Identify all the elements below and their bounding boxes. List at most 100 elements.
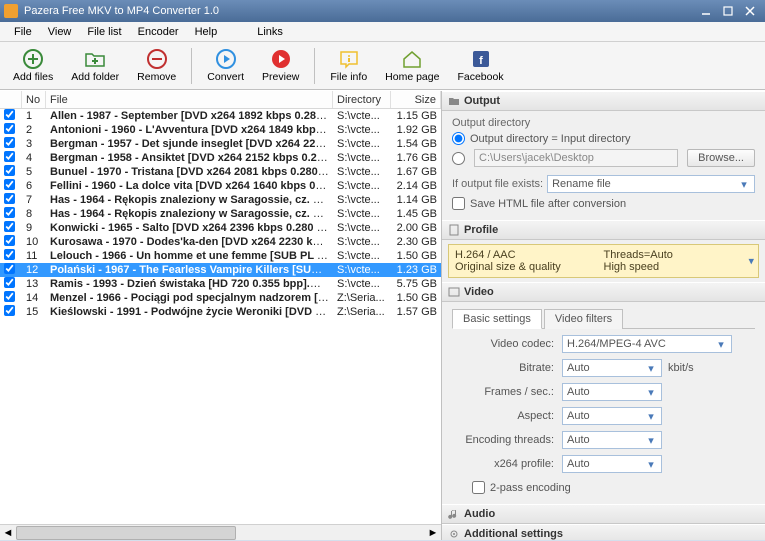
toolbar: Add filesAdd folderRemove ConvertPreview F…	[0, 42, 765, 90]
play-circle-icon	[215, 48, 237, 70]
folder-plus-icon	[84, 48, 106, 70]
browse-button[interactable]: Browse...	[687, 149, 755, 167]
chevron-down-icon: ▾	[738, 178, 750, 191]
chevron-down-icon: ▾	[715, 338, 727, 351]
output-path-field[interactable]	[474, 149, 678, 167]
row-checkbox[interactable]	[4, 249, 15, 260]
fb-icon: f	[470, 48, 492, 70]
row-checkbox[interactable]	[4, 165, 15, 176]
home-page-button[interactable]: Home page	[376, 45, 448, 86]
x264-combo[interactable]: Auto▾	[562, 455, 662, 473]
svg-text:f: f	[479, 55, 483, 67]
video-panel-header[interactable]: Video	[442, 282, 765, 302]
info-icon	[338, 48, 360, 70]
row-checkbox[interactable]	[4, 123, 15, 134]
tab-video-filters[interactable]: Video filters	[544, 309, 623, 329]
table-row[interactable]: 7Has - 1964 - Rękopis znaleziony w Sarag…	[0, 193, 441, 207]
file-info-button[interactable]: File info	[321, 45, 376, 86]
scroll-left-icon[interactable]: ◄	[0, 525, 16, 541]
table-row[interactable]: 11Lelouch - 1966 - Un homme et une femme…	[0, 249, 441, 263]
fps-combo[interactable]: Auto▾	[562, 383, 662, 401]
row-checkbox[interactable]	[4, 151, 15, 162]
horizontal-scrollbar[interactable]: ◄ ►	[0, 524, 441, 540]
row-checkbox[interactable]	[4, 291, 15, 302]
main: No File Directory Size 1Allen - 1987 - S…	[0, 90, 765, 540]
table-row[interactable]: 3Bergman - 1957 - Det sjunde inseglet [D…	[0, 137, 441, 151]
threads-combo[interactable]: Auto▾	[562, 431, 662, 449]
col-size[interactable]: Size	[391, 91, 441, 108]
chevron-down-icon: ▾	[645, 458, 657, 471]
row-checkbox[interactable]	[4, 305, 15, 316]
save-html-checkbox[interactable]	[452, 197, 465, 210]
row-checkbox[interactable]	[4, 263, 15, 274]
output-panel-header[interactable]: Output	[442, 91, 765, 111]
aspect-combo[interactable]: Auto▾	[562, 407, 662, 425]
remove-button[interactable]: Remove	[128, 45, 185, 86]
output-custom-dir-radio[interactable]	[452, 152, 465, 165]
additional-panel-header[interactable]: Additional settings	[442, 524, 765, 540]
menu-file[interactable]: File	[6, 24, 40, 40]
gear-icon	[448, 528, 460, 540]
app-icon	[4, 4, 18, 18]
chevron-down-icon: ▾	[645, 434, 657, 447]
scroll-right-icon[interactable]: ►	[425, 525, 441, 541]
table-row[interactable]: 14Menzel - 1966 - Pociągi pod specjalnym…	[0, 291, 441, 305]
audio-panel-header[interactable]: Audio	[442, 504, 765, 524]
row-checkbox[interactable]	[4, 235, 15, 246]
add-files-button[interactable]: Add files	[4, 45, 62, 86]
output-same-dir-radio[interactable]: Output directory = Input directory	[452, 132, 755, 145]
table-row[interactable]: 15Kieślowski - 1991 - Podwójne życie Wer…	[0, 305, 441, 319]
menu-help[interactable]: Help	[187, 24, 226, 40]
bitrate-combo[interactable]: Auto▾	[562, 359, 662, 377]
plus-icon	[22, 48, 44, 70]
table-row[interactable]: 12Polański - 1967 - The Fearless Vampire…	[0, 263, 441, 277]
output-dir-label: Output directory	[452, 117, 755, 129]
col-dir[interactable]: Directory	[333, 91, 391, 108]
menu-file-list[interactable]: File list	[79, 24, 129, 40]
convert-button[interactable]: Convert	[198, 45, 253, 86]
minimize-button[interactable]	[695, 3, 717, 19]
video-codec-combo[interactable]: H.264/MPEG-4 AVC▾	[562, 335, 732, 353]
list-body[interactable]: 1Allen - 1987 - September [DVD x264 1892…	[0, 109, 441, 524]
profile-panel-header[interactable]: Profile	[442, 220, 765, 240]
menu-view[interactable]: View	[40, 24, 80, 40]
chevron-down-icon: ▾	[645, 362, 657, 375]
list-header: No File Directory Size	[0, 91, 441, 109]
note-icon	[448, 508, 460, 520]
twopass-checkbox[interactable]	[472, 481, 485, 494]
tab-basic-settings[interactable]: Basic settings	[452, 309, 542, 329]
table-row[interactable]: 1Allen - 1987 - September [DVD x264 1892…	[0, 109, 441, 123]
row-checkbox[interactable]	[4, 179, 15, 190]
profile-selector[interactable]: H.264 / AAC Original size & quality Thre…	[448, 244, 759, 278]
row-checkbox[interactable]	[4, 221, 15, 232]
menubar: FileViewFile listEncoderHelp Links	[0, 22, 765, 42]
play-icon	[270, 48, 292, 70]
table-row[interactable]: 6Fellini - 1960 - La dolce vita [DVD x26…	[0, 179, 441, 193]
scroll-thumb[interactable]	[16, 526, 236, 540]
preview-button[interactable]: Preview	[253, 45, 308, 86]
facebook-button[interactable]: fFacebook	[448, 45, 512, 86]
add-folder-button[interactable]: Add folder	[62, 45, 128, 86]
table-row[interactable]: 10Kurosawa - 1970 - Dodes'ka-den [DVD x2…	[0, 235, 441, 249]
table-row[interactable]: 13Ramis - 1993 - Dzień świstaka [HD 720 …	[0, 277, 441, 291]
maximize-button[interactable]	[717, 3, 739, 19]
minus-icon	[146, 48, 168, 70]
row-checkbox[interactable]	[4, 193, 15, 204]
table-row[interactable]: 2Antonioni - 1960 - L'Avventura [DVD x26…	[0, 123, 441, 137]
exists-label: If output file exists:	[452, 178, 543, 190]
menu-encoder[interactable]: Encoder	[130, 24, 187, 40]
menu-links[interactable]: Links	[249, 24, 291, 40]
chevron-down-icon: ▾	[748, 255, 754, 268]
row-checkbox[interactable]	[4, 277, 15, 288]
col-file[interactable]: File	[46, 91, 333, 108]
close-button[interactable]	[739, 3, 761, 19]
row-checkbox[interactable]	[4, 137, 15, 148]
col-no[interactable]: No	[22, 91, 46, 108]
exists-combo[interactable]: Rename file▾	[547, 175, 755, 193]
table-row[interactable]: 4Bergman - 1958 - Ansiktet [DVD x264 215…	[0, 151, 441, 165]
table-row[interactable]: 8Has - 1964 - Rękopis znaleziony w Sarag…	[0, 207, 441, 221]
row-checkbox[interactable]	[4, 109, 15, 120]
table-row[interactable]: 9Konwicki - 1965 - Salto [DVD x264 2396 …	[0, 221, 441, 235]
table-row[interactable]: 5Bunuel - 1970 - Tristana [DVD x264 2081…	[0, 165, 441, 179]
row-checkbox[interactable]	[4, 207, 15, 218]
